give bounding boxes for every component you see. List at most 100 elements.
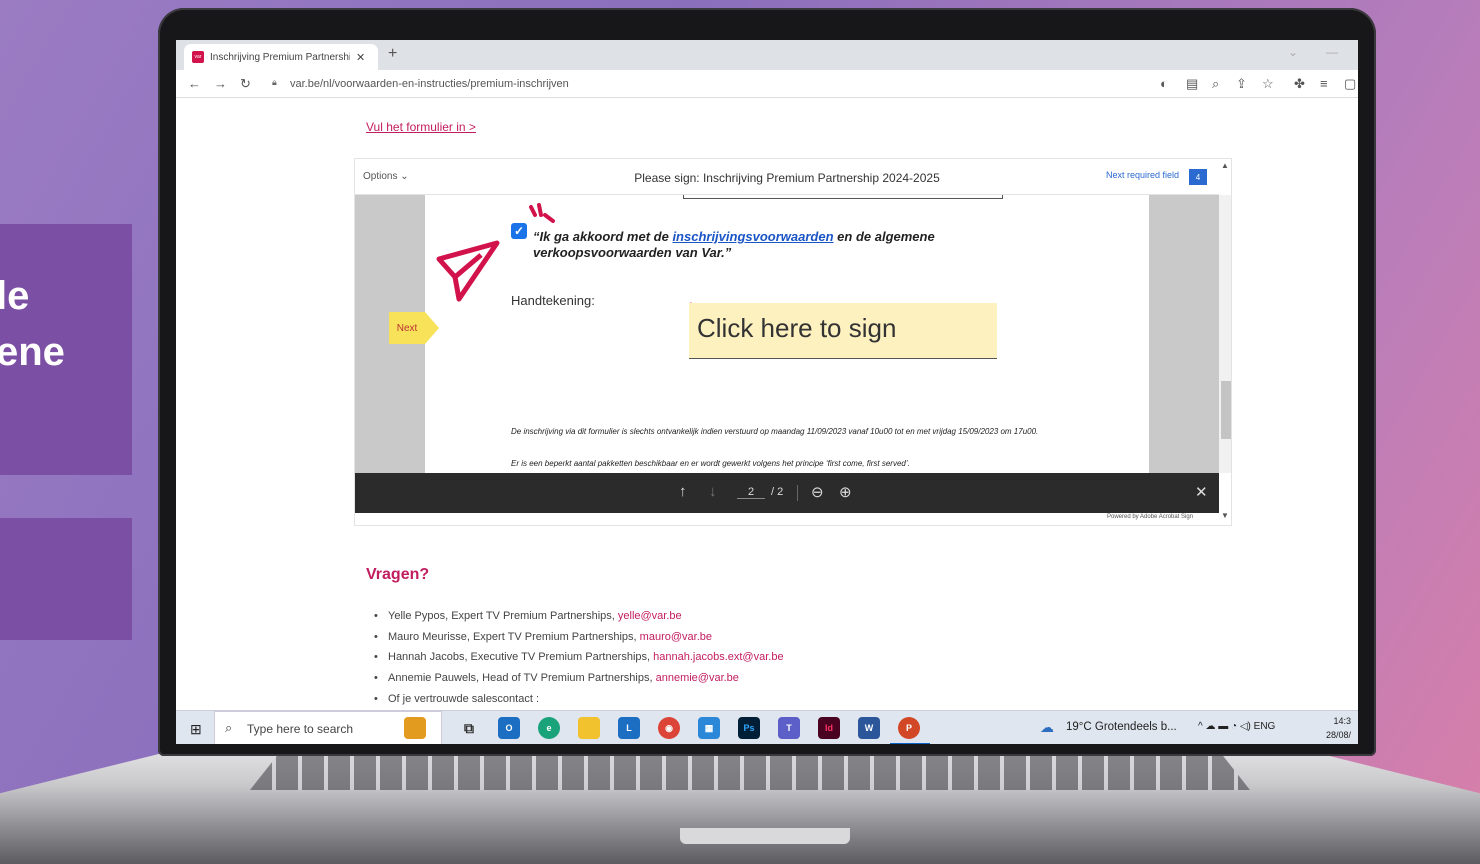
tray-icons: ^ ☁ ▬ ◔ ◁) <box>1198 721 1251 732</box>
signature-label: Handtekening: <box>511 293 595 308</box>
contact-item: Of je vertrouwde salescontact : <box>374 689 784 710</box>
laptop-notch <box>680 828 850 844</box>
store-icon[interactable]: ▦ <box>698 717 720 739</box>
contact-text: Yelle Pypos, Expert TV Premium Partnersh… <box>388 610 618 622</box>
side-card-top: le ene <box>0 224 132 475</box>
contact-email-link[interactable]: yelle@var.be <box>618 610 682 622</box>
agree-checkbox[interactable]: ✓ <box>511 223 527 239</box>
web-page: Vul het formulier in > Options ⌄ Please … <box>176 98 1358 710</box>
back-icon[interactable]: ← <box>188 76 201 91</box>
browser-tabbar: var Inschrijving Premium Partnership ✕ +… <box>176 40 1358 70</box>
briefcase-app-icon[interactable] <box>404 717 426 739</box>
edge-icon[interactable]: e <box>538 717 560 739</box>
registration-notice: De inschrijving via dit formulier is sle… <box>511 427 1039 436</box>
weather-text[interactable]: 19°C Grotendeels b... <box>1066 721 1177 733</box>
attention-marks-icon <box>529 203 555 223</box>
search-placeholder: Type here to search <box>247 722 354 736</box>
pdf-page-toolbar: ↑ ↓ 2 / 2 ⊖ ⊕ ✕ <box>355 473 1219 513</box>
agree-text: “Ik ga akkoord met de inschrijvingsvoorw… <box>533 229 993 261</box>
system-tray[interactable]: ^ ☁ ▬ ◔ ◁) ENG <box>1198 721 1275 732</box>
file-explorer-icon[interactable] <box>578 717 600 739</box>
browser-toolbar: ← → ↻ 🔒︎ var.be/nl/voorwaarden-en-instru… <box>176 70 1358 98</box>
contact-email-link[interactable]: annemie@var.be <box>656 672 739 684</box>
close-icon[interactable]: ✕ <box>1195 483 1208 501</box>
share-icon[interactable]: ⇪ <box>1236 76 1247 92</box>
language-indicator: ENG <box>1253 721 1276 732</box>
side-text-line1: le <box>0 274 30 318</box>
address-bar[interactable]: var.be/nl/voorwaarden-en-instructies/pre… <box>290 78 569 90</box>
page-up-arrow-icon[interactable]: ↑ <box>679 483 687 500</box>
reading-list-icon[interactable]: ≡ <box>1320 76 1328 91</box>
powerpoint-icon[interactable]: P <box>898 717 920 739</box>
laptop-screen: var Inschrijving Premium Partnership ✕ +… <box>176 40 1358 744</box>
contacts-list: Yelle Pypos, Expert TV Premium Partnersh… <box>374 606 784 709</box>
signature-field[interactable]: Click here to sign <box>689 303 997 359</box>
reload-icon[interactable]: ↻ <box>240 76 251 92</box>
contact-item: Annemie Pauwels, Head of TV Premium Part… <box>374 668 784 689</box>
minimize-icon[interactable]: — <box>1326 45 1338 59</box>
previous-field-border <box>683 195 1003 199</box>
clock-time: 14:3 <box>1333 716 1352 726</box>
page-down-arrow-icon[interactable]: ↓ <box>709 483 717 500</box>
clock-date: 28/08/ <box>1326 730 1352 740</box>
contact-text: Hannah Jacobs, Executive TV Premium Part… <box>388 651 654 664</box>
chrome-icon[interactable]: ◉ <box>658 717 680 739</box>
lock-icon[interactable]: 🔒︎ <box>272 77 277 88</box>
windows-start-icon[interactable]: ⊞ <box>190 721 202 738</box>
puzzle-icon[interactable]: ✤ <box>1294 76 1305 92</box>
page-number-input[interactable]: 2 <box>737 486 765 499</box>
contact-email-link[interactable]: mauro@var.be <box>640 631 712 643</box>
scroll-up-arrow-icon[interactable]: ▲ <box>1221 161 1229 170</box>
contact-item: Mauro Meurisse, Expert TV Premium Partne… <box>374 627 784 648</box>
pdf-header: Options ⌄ Please sign: Inschrijving Prem… <box>355 159 1219 195</box>
zoom-in-icon[interactable]: ⊕ <box>839 483 852 501</box>
l-app-icon[interactable]: L <box>618 717 640 739</box>
extension-icon[interactable]: ◐ <box>1160 76 1168 91</box>
agree-text-pre: “Ik ga akkoord met de <box>533 229 673 244</box>
laptop-keyboard <box>250 752 1250 790</box>
new-tab-icon[interactable]: + <box>388 45 397 63</box>
next-required-field-link[interactable]: Next required field <box>1106 170 1179 180</box>
outlook-icon[interactable]: O <box>498 717 520 739</box>
search-icon: ⌕ <box>225 720 233 735</box>
scroll-down-arrow-icon[interactable]: ▼ <box>1221 511 1229 520</box>
weather-cloud-icon[interactable]: ☁ <box>1040 719 1054 736</box>
task-view-icon[interactable]: ⧉ <box>458 717 480 739</box>
pdf-title: Please sign: Inschrijving Premium Partne… <box>634 171 940 185</box>
translate-icon[interactable]: ▤ <box>1186 76 1198 92</box>
terms-link[interactable]: inschrijvingsvoorwaarden <box>672 229 833 244</box>
contact-text: Annemie Pauwels, Head of TV Premium Part… <box>388 672 656 685</box>
fill-form-link[interactable]: Vul het formulier in > <box>366 120 476 134</box>
scrollbar-thumb[interactable] <box>1221 381 1231 439</box>
chevron-down-icon[interactable]: ⌄ <box>1288 45 1298 59</box>
zoom-out-icon[interactable]: ⊖ <box>811 483 824 501</box>
zoom-icon[interactable]: ⌕ <box>1212 76 1219 92</box>
required-count-badge: 4 <box>1189 169 1207 185</box>
sidepanel-icon[interactable]: ▢ <box>1344 76 1356 92</box>
toolbar-divider <box>797 485 798 501</box>
teams-icon[interactable]: T <box>778 717 800 739</box>
contact-item: Yelle Pypos, Expert TV Premium Partnersh… <box>374 606 784 627</box>
pdf-sign-viewer: Options ⌄ Please sign: Inschrijving Prem… <box>354 158 1232 526</box>
contact-text: Mauro Meurisse, Expert TV Premium Partne… <box>388 630 640 643</box>
contact-email-link[interactable]: hannah.jacobs.ext@var.be <box>653 651 783 663</box>
close-tab-icon[interactable]: ✕ <box>356 51 365 64</box>
powered-by-text: Powered by Adobe Acrobat Sign <box>1107 514 1194 520</box>
contact-item: Hannah Jacobs, Executive TV Premium Part… <box>374 647 784 668</box>
pdf-page: ✓ “Ik ga akkoord met de inschrijvingsvoo… <box>425 195 1149 473</box>
photoshop-icon[interactable]: Ps <box>738 717 760 739</box>
side-card-bottom <box>0 518 132 640</box>
next-field-tag[interactable]: Next <box>389 312 439 344</box>
browser-tab[interactable]: var Inschrijving Premium Partnership ✕ <box>184 44 378 70</box>
pdf-body: ✓ “Ik ga akkoord met de inschrijvingsvoo… <box>355 195 1219 473</box>
bookmark-star-icon[interactable]: ☆ <box>1262 76 1274 92</box>
side-text-line2: ene <box>0 330 65 374</box>
forward-icon[interactable]: → <box>214 76 227 91</box>
clock[interactable]: 14:3 28/08/ <box>1326 714 1351 742</box>
cursor-arrow-icon <box>436 240 500 302</box>
click-to-sign-text: Click here to sign <box>697 313 897 343</box>
word-icon[interactable]: W <box>858 717 880 739</box>
limited-packages-notice: Er is een beperkt aantal pakketten besch… <box>511 459 910 468</box>
tab-title: Inschrijving Premium Partnership <box>210 51 350 63</box>
indesign-icon[interactable]: Id <box>818 717 840 739</box>
